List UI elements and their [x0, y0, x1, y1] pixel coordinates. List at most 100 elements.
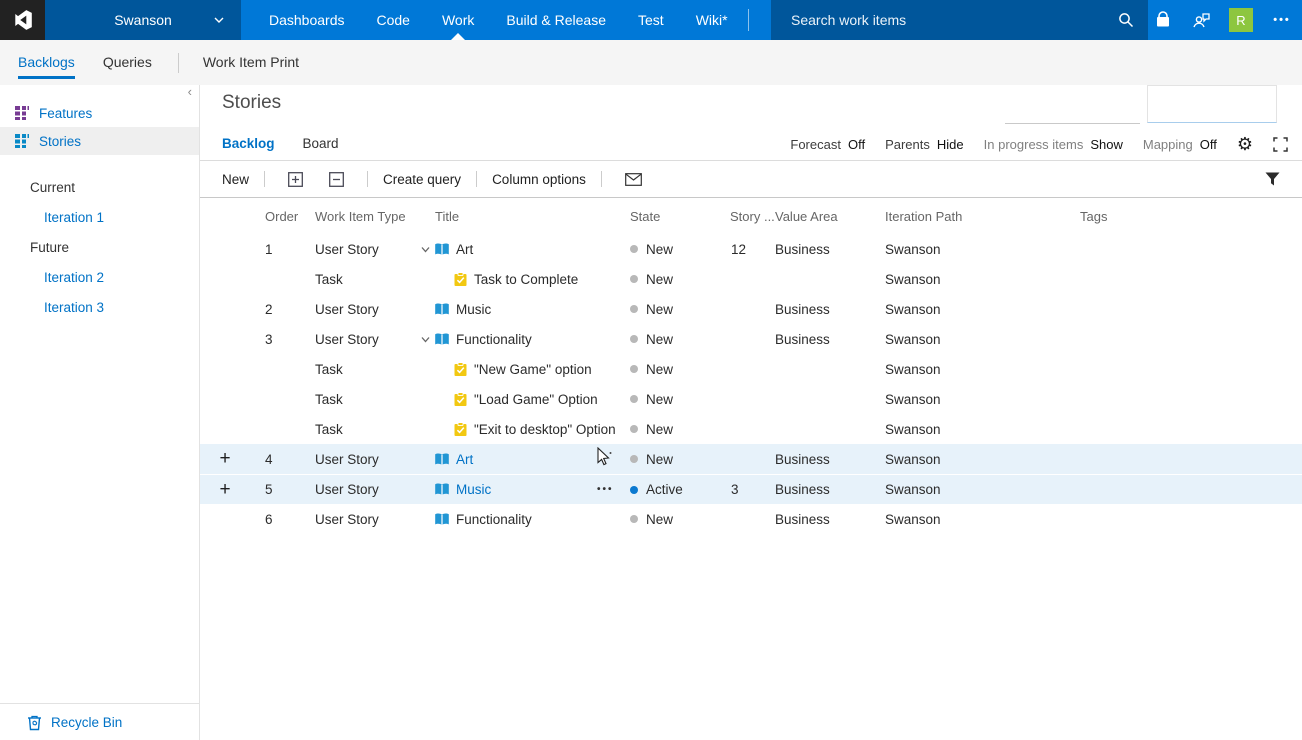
- table-row[interactable]: 3 User Story Functionality: [200, 324, 1302, 354]
- cell-work-item-type: User Story: [315, 242, 420, 257]
- sidebar-item-stories[interactable]: Stories: [0, 127, 199, 155]
- iteration-group-current[interactable]: Current: [0, 173, 199, 203]
- nav-item-wiki[interactable]: Wiki*: [680, 0, 744, 40]
- column-header-title[interactable]: Title: [420, 209, 630, 224]
- table-row[interactable]: + 4 User Story Art: [200, 444, 1302, 474]
- cell-title: Music: [420, 302, 630, 317]
- collapse-all-icon[interactable]: [329, 172, 344, 187]
- tab-board-view[interactable]: Board: [303, 136, 339, 151]
- iteration-link-2[interactable]: Iteration 2: [0, 263, 199, 293]
- mapping-toggle[interactable]: MappingOff: [1143, 137, 1217, 152]
- work-item-title[interactable]: "Load Game" Option: [474, 392, 598, 407]
- features-level-icon: [14, 105, 30, 121]
- table-row[interactable]: + 5 User Story Music: [200, 474, 1302, 504]
- tab-backlog-view[interactable]: Backlog: [222, 136, 275, 151]
- nav-item-dashboards[interactable]: Dashboards: [253, 0, 361, 40]
- cell-state: New: [630, 422, 725, 437]
- sidebar-item-features[interactable]: Features: [0, 99, 199, 127]
- expand-chevron-icon[interactable]: [420, 244, 434, 255]
- work-item-title[interactable]: Art: [456, 242, 473, 257]
- table-row[interactable]: 1 User Story Art: [200, 234, 1302, 264]
- chart-placeholder[interactable]: [1147, 85, 1277, 123]
- work-item-title[interactable]: "New Game" option: [474, 362, 592, 377]
- tab-work-item-print[interactable]: Work Item Print: [203, 40, 299, 85]
- work-item-title[interactable]: Functionality: [456, 512, 532, 527]
- column-header-order[interactable]: Order: [250, 209, 315, 224]
- nav-item-code[interactable]: Code: [361, 0, 426, 40]
- add-child-button[interactable]: +: [200, 449, 250, 469]
- expand-all-icon[interactable]: [288, 172, 303, 187]
- cell-title: Functionality: [420, 512, 630, 527]
- parents-toggle[interactable]: ParentsHide: [885, 137, 964, 152]
- work-item-title[interactable]: Music: [456, 482, 491, 497]
- search-input[interactable]: Search work items: [791, 12, 1118, 28]
- context-menu-ellipsis-icon[interactable]: •••: [597, 485, 614, 495]
- column-header-work-item-type[interactable]: Work Item Type: [315, 209, 420, 224]
- sidebar-item-label: Stories: [39, 134, 81, 149]
- column-header-value-area[interactable]: Value Area: [775, 209, 885, 224]
- cell-order: 2: [250, 302, 315, 317]
- forecast-toggle[interactable]: ForecastOff: [790, 137, 865, 152]
- table-row[interactable]: Task Task to Complete: [200, 264, 1302, 294]
- nav-item-work[interactable]: Work: [426, 0, 490, 40]
- settings-gear-icon[interactable]: ⚙: [1237, 136, 1253, 152]
- project-selector[interactable]: Swanson: [45, 0, 241, 40]
- column-header-story-points[interactable]: Story ...: [725, 209, 775, 224]
- cell-iteration-path: Swanson: [885, 512, 1080, 527]
- work-item-title[interactable]: Art: [456, 452, 473, 467]
- create-query-button[interactable]: Create query: [383, 172, 461, 187]
- add-child-button[interactable]: +: [200, 480, 250, 500]
- work-item-title[interactable]: Task to Complete: [474, 272, 578, 287]
- cell-order: 4: [250, 452, 315, 467]
- tab-backlogs[interactable]: Backlogs: [18, 40, 75, 85]
- table-row[interactable]: Task "New Game" option: [200, 354, 1302, 384]
- chart-placeholder[interactable]: [1005, 85, 1140, 124]
- more-actions-ellipsis-icon[interactable]: •••: [1262, 14, 1302, 26]
- nav-item-build-release[interactable]: Build & Release: [490, 0, 622, 40]
- table-row[interactable]: 2 User Story Music: [200, 294, 1302, 324]
- user-avatar[interactable]: R: [1229, 8, 1253, 32]
- tab-queries[interactable]: Queries: [103, 40, 152, 85]
- in-progress-items-toggle[interactable]: In progress itemsShow: [984, 137, 1123, 152]
- vsts-logo-icon: [12, 9, 34, 31]
- search-icon[interactable]: [1118, 12, 1134, 28]
- cell-work-item-type: Task: [315, 422, 420, 437]
- state-label: New: [646, 452, 673, 467]
- user-story-icon: [434, 482, 450, 497]
- new-button[interactable]: New: [222, 172, 249, 187]
- iteration-link-1[interactable]: Iteration 1: [0, 203, 199, 233]
- column-header-iteration-path[interactable]: Iteration Path: [885, 209, 1080, 224]
- cell-work-item-type: Task: [315, 392, 420, 407]
- iteration-link-3[interactable]: Iteration 3: [0, 293, 199, 323]
- work-item-title[interactable]: Music: [456, 302, 491, 317]
- cell-story-points: 3: [725, 482, 775, 497]
- column-header-tags[interactable]: Tags: [1080, 209, 1302, 224]
- table-row[interactable]: Task "Exit to desktop" Option: [200, 414, 1302, 444]
- vsts-logo[interactable]: [0, 0, 45, 40]
- nav-item-test[interactable]: Test: [622, 0, 680, 40]
- cell-iteration-path: Swanson: [885, 242, 1080, 257]
- expand-chevron-icon[interactable]: [420, 334, 434, 345]
- table-row[interactable]: 6 User Story Functionality: [200, 504, 1302, 534]
- marketplace-bag-icon[interactable]: [1144, 11, 1182, 29]
- feedback-icon[interactable]: [1182, 11, 1220, 29]
- search-work-items-box[interactable]: Search work items: [771, 0, 1148, 40]
- work-item-title[interactable]: Functionality: [456, 332, 532, 347]
- column-options-button[interactable]: Column options: [492, 172, 586, 187]
- column-header-state[interactable]: State: [630, 209, 725, 224]
- iteration-tree: Current Iteration 1 Future Iteration 2 I…: [0, 173, 199, 323]
- fullscreen-icon[interactable]: [1273, 137, 1288, 152]
- work-item-title[interactable]: "Exit to desktop" Option: [474, 422, 616, 437]
- state-dot-icon: [630, 275, 638, 283]
- cell-value-area: Business: [775, 242, 885, 257]
- view-options: ForecastOff ParentsHide In progress item…: [790, 136, 1288, 152]
- iteration-group-future[interactable]: Future: [0, 233, 199, 263]
- collapse-sidebar-icon[interactable]: ‹: [188, 85, 192, 99]
- email-icon[interactable]: [625, 173, 642, 186]
- cell-iteration-path: Swanson: [885, 422, 1080, 437]
- filter-icon[interactable]: [1265, 172, 1280, 186]
- recycle-bin-item[interactable]: Recycle Bin: [0, 703, 199, 740]
- backlog-toolbar: New Create query Column options: [200, 161, 1302, 198]
- table-row[interactable]: Task "Load Game" Option: [200, 384, 1302, 414]
- cell-story-points: 12: [725, 242, 775, 257]
